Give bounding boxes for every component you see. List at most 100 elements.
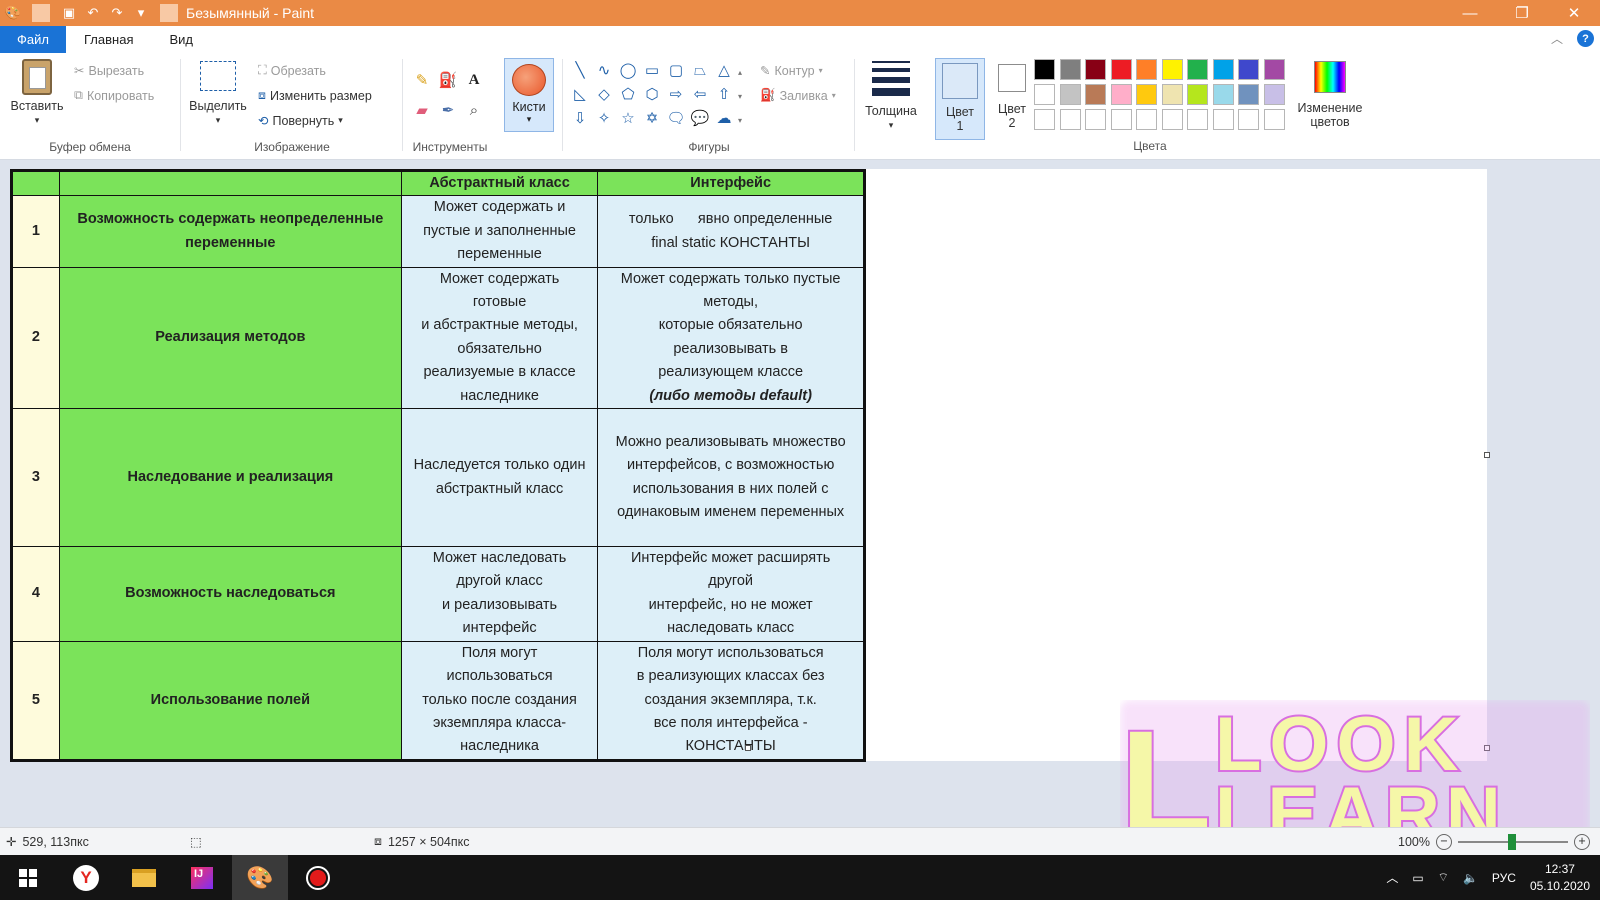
collapse-ribbon-icon[interactable]: ︿ xyxy=(1551,30,1563,47)
cut-button[interactable]: ✂ Вырезать xyxy=(74,63,144,79)
resize-button[interactable]: ⧈ Изменить размер xyxy=(258,88,372,103)
paste-button[interactable]: Вставить ▾ xyxy=(8,59,66,127)
palette-swatch[interactable] xyxy=(1161,109,1183,130)
zoom-slider[interactable] xyxy=(1457,833,1568,850)
fill-button[interactable]: ⛽ Заливка ▾ xyxy=(760,88,836,103)
palette-swatch[interactable] xyxy=(1059,59,1081,80)
volume-icon[interactable]: 🔈 xyxy=(1463,871,1478,885)
text-tool-icon[interactable]: A xyxy=(464,70,484,90)
pentagon-shape-icon[interactable]: ⬠ xyxy=(618,84,638,104)
rectangle-shape-icon[interactable]: ▭ xyxy=(642,60,662,80)
fill-bucket-icon[interactable]: ⛽ xyxy=(438,70,458,90)
pencil-icon[interactable]: ✎ xyxy=(412,70,432,90)
copy-button[interactable]: ⧉ Копировать xyxy=(74,88,154,103)
undo-icon[interactable]: ↶ xyxy=(84,4,102,22)
magnifier-icon[interactable]: ⌕ xyxy=(464,100,484,120)
minimize-button[interactable]: — xyxy=(1444,0,1496,26)
palette-swatch[interactable] xyxy=(1161,59,1183,80)
crop-button[interactable]: ⛶ Обрезать xyxy=(258,63,326,78)
wifi-icon[interactable]: ⌔ xyxy=(1438,870,1449,885)
palette-swatch[interactable] xyxy=(1212,59,1234,80)
paint-app-icon[interactable]: 🎨 xyxy=(4,4,22,22)
customize-quick-access-icon[interactable]: ▾ xyxy=(132,4,150,22)
canvas-resize-handle-bottom[interactable] xyxy=(745,745,751,751)
palette-swatch[interactable] xyxy=(1085,59,1106,80)
curve-shape-icon[interactable]: ∿ xyxy=(594,60,614,80)
palette-swatch[interactable] xyxy=(1212,109,1234,130)
palette-swatch[interactable] xyxy=(1059,109,1081,130)
arrow-up-shape-icon[interactable]: ⇧ xyxy=(714,84,734,104)
callout-oval-shape-icon[interactable]: 💬 xyxy=(690,108,710,128)
palette-swatch[interactable] xyxy=(1034,59,1055,80)
palette-swatch[interactable] xyxy=(1110,109,1132,130)
oval-shape-icon[interactable]: ◯ xyxy=(618,60,638,80)
redo-icon[interactable]: ↷ xyxy=(108,4,126,22)
drawing-canvas[interactable]: Абстрактный класс Интерфейс 1 Возможность… xyxy=(10,169,1487,762)
palette-swatch[interactable] xyxy=(1263,109,1285,130)
palette-swatch[interactable] xyxy=(1034,84,1055,105)
file-explorer-icon[interactable] xyxy=(116,855,172,900)
palette-swatch[interactable] xyxy=(1136,84,1157,105)
windows-start-icon[interactable] xyxy=(0,855,56,900)
palette-swatch[interactable] xyxy=(1059,84,1081,105)
palette-swatch[interactable] xyxy=(1034,109,1055,130)
clock[interactable]: 12:37 05.10.2020 xyxy=(1530,861,1590,895)
cloud-callout-shape-icon[interactable]: ☁ xyxy=(714,108,734,128)
help-icon[interactable]: ? xyxy=(1577,30,1594,47)
palette-swatch[interactable] xyxy=(1136,59,1157,80)
restore-button[interactable]: ❐ xyxy=(1496,0,1548,26)
arrow-right-shape-icon[interactable]: ⇨ xyxy=(666,84,686,104)
show-hidden-icons-icon[interactable]: ︿ xyxy=(1386,869,1398,886)
five-point-star-shape-icon[interactable]: ☆ xyxy=(618,108,638,128)
polygon-shape-icon[interactable]: ⏢ xyxy=(690,60,710,80)
color-picker-icon[interactable]: ✒ xyxy=(438,100,458,120)
outline-button[interactable]: ✎ Контур ▾ xyxy=(760,63,823,79)
recorder-icon[interactable] xyxy=(290,855,346,900)
size-button[interactable]: Толщина ▾ xyxy=(858,61,924,132)
brushes-button[interactable]: Кисти ▾ xyxy=(504,58,554,132)
palette-swatch[interactable] xyxy=(1238,109,1259,130)
tab-file[interactable]: Файл xyxy=(0,26,66,53)
arrow-left-shape-icon[interactable]: ⇦ xyxy=(690,84,710,104)
six-point-star-shape-icon[interactable]: ✡ xyxy=(642,108,662,128)
palette-swatch[interactable] xyxy=(1238,59,1259,80)
hexagon-shape-icon[interactable]: ⬡ xyxy=(642,84,662,104)
close-button[interactable]: ✕ xyxy=(1548,0,1600,26)
shapes-scroll[interactable]: ▴ ▾ ▾ xyxy=(738,61,742,133)
palette-swatch[interactable] xyxy=(1110,84,1132,105)
palette-swatch[interactable] xyxy=(1187,84,1208,105)
battery-icon[interactable]: ▭ xyxy=(1412,871,1423,885)
callout-rect-shape-icon[interactable]: 🗨 xyxy=(666,108,686,128)
rotate-button[interactable]: ⟲ Повернуть ▾ xyxy=(258,113,343,129)
color2-button[interactable]: Цвет 2 xyxy=(992,62,1032,130)
rounded-rect-shape-icon[interactable]: ▢ xyxy=(666,60,686,80)
yandex-browser-icon[interactable]: Y xyxy=(58,855,114,900)
zoom-out-icon[interactable]: − xyxy=(1435,833,1452,850)
input-language[interactable]: РУС xyxy=(1492,871,1516,885)
palette-swatch[interactable] xyxy=(1238,84,1259,105)
triangle-shape-icon[interactable]: △ xyxy=(714,60,734,80)
zoom-slider-thumb[interactable] xyxy=(1507,833,1516,850)
edit-colors-button[interactable]: Изменение цветов xyxy=(1292,61,1368,129)
palette-swatch[interactable] xyxy=(1161,84,1183,105)
eraser-icon[interactable]: ▰ xyxy=(412,100,432,120)
line-shape-icon[interactable]: ╲ xyxy=(570,60,590,80)
palette-swatch[interactable] xyxy=(1085,84,1106,105)
palette-swatch[interactable] xyxy=(1187,109,1208,130)
palette-swatch[interactable] xyxy=(1187,59,1208,80)
palette-swatch[interactable] xyxy=(1136,109,1157,130)
diamond-shape-icon[interactable]: ◇ xyxy=(594,84,614,104)
tab-view[interactable]: Вид xyxy=(151,32,211,47)
palette-swatch[interactable] xyxy=(1110,59,1132,80)
canvas-resize-handle-right[interactable] xyxy=(1484,452,1490,458)
palette-swatch[interactable] xyxy=(1212,84,1234,105)
select-button[interactable]: Выделить ▾ xyxy=(188,61,248,127)
tab-home[interactable]: Главная xyxy=(66,32,151,47)
zoom-in-icon[interactable]: + xyxy=(1573,833,1590,850)
save-icon[interactable]: ▣ xyxy=(60,4,78,22)
palette-swatch[interactable] xyxy=(1263,59,1285,80)
four-point-star-shape-icon[interactable]: ✧ xyxy=(594,108,614,128)
palette-swatch[interactable] xyxy=(1085,109,1106,130)
arrow-down-shape-icon[interactable]: ⇩ xyxy=(570,108,590,128)
right-triangle-shape-icon[interactable]: ◺ xyxy=(570,84,590,104)
